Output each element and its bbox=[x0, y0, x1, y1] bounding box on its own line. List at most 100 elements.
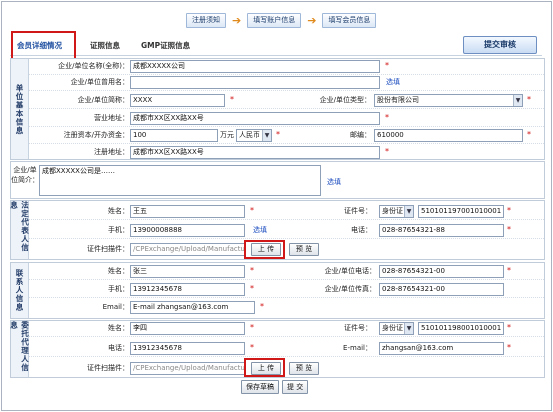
section-contact: 联系人信息 姓名： 张三 * 企业/单位电话： 028-87654321-00 … bbox=[10, 262, 545, 319]
legal-scan-label: 证件扫描件： bbox=[87, 245, 129, 253]
contact-mobile-label: 手机： bbox=[108, 285, 129, 293]
legal-phone-label: 电话： bbox=[351, 226, 372, 234]
agent-phone-label: 电话： bbox=[108, 344, 129, 352]
section-unit-basic-info: 单位基本信息 企业/单位名称(全称)： 成都XXXXX公司 * 企业/单位曾用名… bbox=[10, 58, 545, 160]
contact-email-label: Email： bbox=[102, 303, 129, 311]
capital-label: 注册资本/开办资金： bbox=[63, 131, 129, 139]
agent-name-label: 姓名： bbox=[108, 324, 129, 332]
contact-email-input[interactable]: E-mail zhangsan@163.com bbox=[130, 301, 255, 314]
zip-input[interactable]: 610000 bbox=[374, 129, 523, 142]
required-mark: * bbox=[385, 113, 389, 122]
optional-link[interactable]: 选填 bbox=[327, 177, 341, 187]
step-2: 填写账户信息 bbox=[247, 12, 302, 28]
legal-scan-path[interactable]: /CPExchange/Upload/Manufacture bbox=[130, 243, 245, 256]
upload-highlight-box bbox=[244, 358, 285, 377]
chevron-down-icon: ▼ bbox=[513, 95, 522, 106]
required-mark: * bbox=[507, 323, 511, 332]
capital-unit: 万元 bbox=[220, 131, 234, 139]
agent-id-label: 证件号： bbox=[344, 324, 372, 332]
arrow-right-icon: ➔ bbox=[307, 13, 317, 27]
reg-addr-input[interactable]: 成都市XX区XX路XX号 bbox=[130, 146, 380, 159]
optional-link[interactable]: 选填 bbox=[386, 77, 400, 87]
section-side-label: 法定代表人信息 bbox=[10, 201, 30, 259]
currency-select[interactable]: 人民币 ▼ bbox=[236, 129, 272, 142]
agent-name-input[interactable]: 李四 bbox=[130, 322, 245, 335]
agent-phone-input[interactable]: 13912345678 bbox=[130, 342, 245, 355]
submit-review-button[interactable]: 提交审核 bbox=[463, 36, 537, 54]
step-3: 填写会员信息 bbox=[322, 12, 377, 28]
tab-highlight-box bbox=[11, 31, 76, 60]
row-legal-scan: 证件扫描件： /CPExchange/Upload/Manufacture 上 … bbox=[29, 242, 544, 258]
contact-name-input[interactable]: 张三 bbox=[130, 265, 245, 278]
short-name-label: 企业/单位简称： bbox=[77, 96, 129, 104]
row-contact-name: 姓名： 张三 * 企业/单位电话： 028-87654321-00 * bbox=[29, 264, 544, 280]
required-mark: * bbox=[276, 130, 280, 139]
contact-fax-input[interactable]: 028-87654321-00 bbox=[379, 283, 504, 296]
row-contact-email: Email： E-mail zhangsan@163.com * bbox=[29, 300, 544, 316]
short-name-input[interactable]: XXXX bbox=[130, 94, 225, 107]
legal-preview-button[interactable]: 预 览 bbox=[289, 243, 319, 256]
chevron-down-icon: ▼ bbox=[404, 323, 413, 334]
required-mark: * bbox=[260, 302, 264, 311]
intro-textarea[interactable]: 成都XXXXX公司是…… bbox=[39, 165, 321, 196]
legal-id-type-select[interactable]: 身份证 ▼ bbox=[379, 205, 414, 218]
row-legal-name: 姓名： 王五 * 证件号： 身份证 ▼ 510101197001010001 * bbox=[29, 204, 544, 220]
legal-id-input[interactable]: 510101197001010001 bbox=[418, 205, 504, 218]
unit-type-label: 企业/单位类型： bbox=[319, 96, 371, 104]
used-name-input[interactable] bbox=[130, 76, 380, 89]
required-mark: * bbox=[527, 95, 531, 104]
intro-label: 企业/单位简介： bbox=[11, 166, 39, 184]
required-mark: * bbox=[385, 147, 389, 156]
step-indicator: 注册须知 ➔ 填写账户信息 ➔ 填写会员信息 bbox=[186, 12, 377, 28]
contact-mobile-input[interactable]: 13912345678 bbox=[130, 283, 245, 296]
agent-preview-button[interactable]: 预 览 bbox=[289, 362, 319, 375]
arrow-right-icon: ➔ bbox=[232, 13, 242, 27]
required-mark: * bbox=[507, 225, 511, 234]
row-agent-phone: 电话： 13912345678 * E-mail： zhangsan@163.c… bbox=[29, 341, 544, 357]
capital-input[interactable]: 100 bbox=[130, 129, 218, 142]
optional-link[interactable]: 选填 bbox=[253, 225, 267, 235]
chevron-down-icon: ▼ bbox=[262, 130, 271, 141]
section-intro: 企业/单位简介： 成都XXXXX公司是…… 选填 bbox=[10, 161, 545, 199]
contact-fax-label: 企业/单位传真： bbox=[324, 285, 376, 293]
required-mark: * bbox=[250, 323, 254, 332]
contact-tel-input[interactable]: 028-87654321-00 bbox=[379, 265, 504, 278]
section-side-label: 单位基本信息 bbox=[11, 59, 29, 159]
row-biz-addr: 营业地址： 成都市XX区XX路XX号 * bbox=[29, 111, 544, 127]
section-side-label: 联系人信息 bbox=[11, 263, 29, 318]
contact-tel-label: 企业/单位电话： bbox=[324, 267, 376, 275]
required-mark: * bbox=[507, 266, 511, 275]
submit-button[interactable]: 提 交 bbox=[282, 380, 309, 394]
tab-gmp-license-info[interactable]: GMP证照信息 bbox=[141, 38, 190, 54]
legal-phone-input[interactable]: 028-87654321-88 bbox=[379, 224, 504, 237]
save-draft-button[interactable]: 保存草稿 bbox=[241, 380, 279, 394]
section-side-label: 委托代理人信息 bbox=[10, 321, 30, 377]
agent-id-type-select[interactable]: 身份证 ▼ bbox=[379, 322, 414, 335]
unit-name-input[interactable]: 成都XXXXX公司 bbox=[130, 60, 380, 73]
row-used-name: 企业/单位曾用名： 选填 bbox=[29, 75, 544, 91]
agent-scan-path[interactable]: /CPExchange/Upload/Manufacture bbox=[130, 362, 245, 375]
tab-license-info[interactable]: 证照信息 bbox=[90, 38, 120, 54]
legal-id-label: 证件号： bbox=[344, 207, 372, 215]
step-1: 注册须知 bbox=[186, 12, 226, 28]
row-capital: 注册资本/开办资金： 100 万元 人民币 ▼ * 邮编： 610000 * bbox=[29, 128, 544, 144]
legal-mobile-label: 手机： bbox=[108, 226, 129, 234]
required-mark: * bbox=[507, 343, 511, 352]
bottom-actions: 保存草稿 提 交 bbox=[241, 380, 309, 394]
agent-id-input[interactable]: 510101198001010001 bbox=[418, 322, 504, 335]
row-contact-mobile: 手机： 13912345678 * 企业/单位传真： 028-87654321-… bbox=[29, 282, 544, 298]
unit-type-select[interactable]: 股份有限公司 ▼ bbox=[374, 94, 523, 107]
unit-name-label: 企业/单位名称(全称)： bbox=[58, 62, 129, 70]
required-mark: * bbox=[250, 343, 254, 352]
legal-mobile-input[interactable]: 13900008888 bbox=[130, 224, 245, 237]
row-reg-addr: 注册地址： 成都市XX区XX路XX号 * bbox=[29, 145, 544, 161]
required-mark: * bbox=[230, 95, 234, 104]
required-mark: * bbox=[385, 61, 389, 70]
agent-email-input[interactable]: zhangsan@163.com bbox=[379, 342, 504, 355]
legal-name-input[interactable]: 王五 bbox=[130, 205, 245, 218]
required-mark: * bbox=[507, 206, 511, 215]
used-name-label: 企业/单位曾用名： bbox=[70, 78, 129, 86]
biz-addr-input[interactable]: 成都市XX区XX路XX号 bbox=[130, 112, 380, 125]
row-short-name: 企业/单位简称： XXXX * 企业/单位类型： 股份有限公司 ▼ * bbox=[29, 93, 544, 109]
reg-addr-label: 注册地址： bbox=[94, 148, 129, 156]
